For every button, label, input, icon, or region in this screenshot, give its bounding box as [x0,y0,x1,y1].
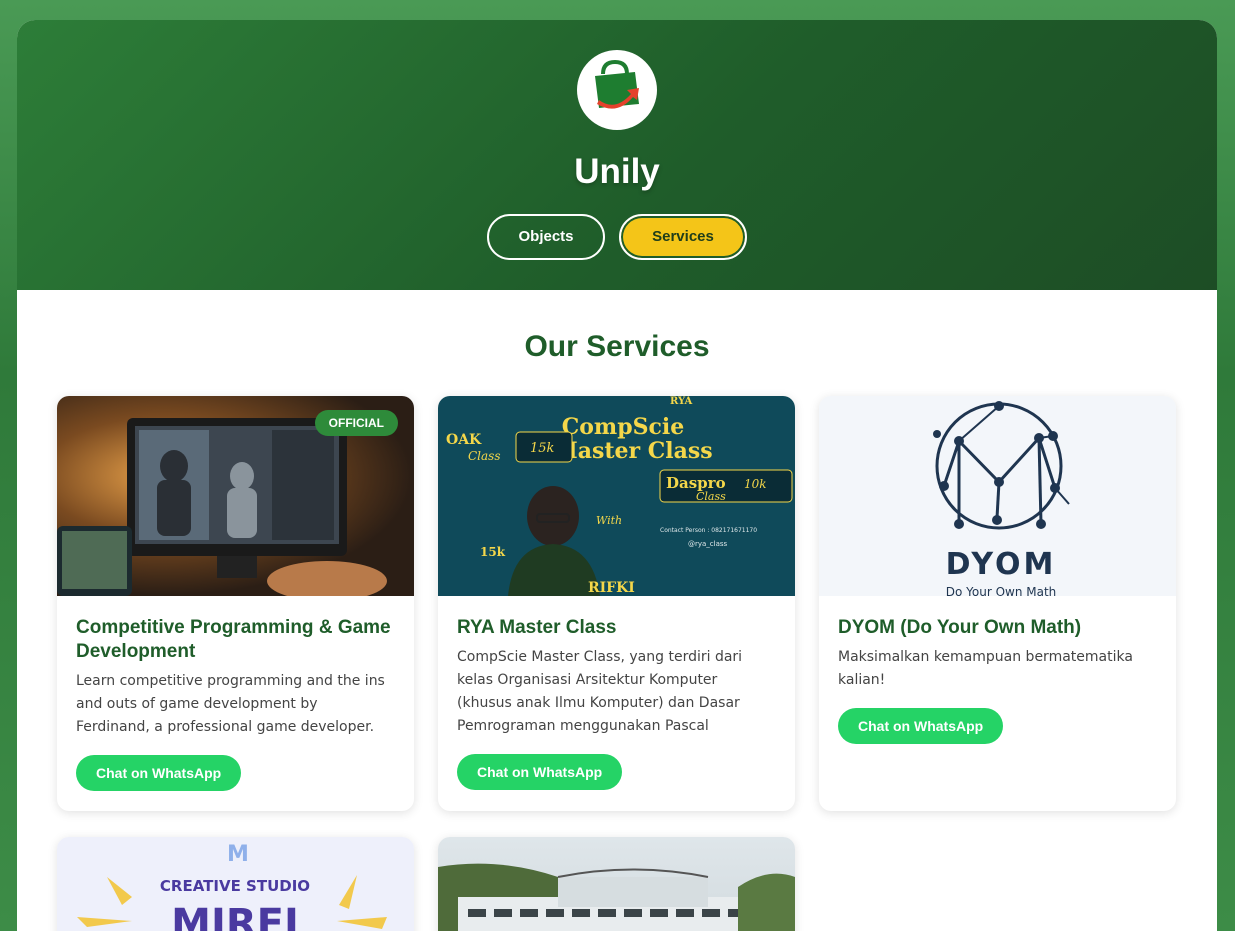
card-title: DYOM (Do Your Own Math) [838,617,1082,638]
tab-objects[interactable]: Objects [487,214,605,260]
shopping-bag-icon [595,60,639,109]
studio-name: MIREI [171,901,299,931]
brand-logo[interactable] [577,50,657,130]
service-card: DYOM Do Your Own Math DYOM (Do Your Own … [819,396,1176,811]
poster-line1: CompScie [562,414,684,440]
page-frame: Unily Objects Services Our Services OFFI… [17,20,1217,931]
tab-bar: Objects Services [17,214,1217,260]
poster-oak-sub: Class [468,449,501,463]
dyom-wordmark: DYOM [946,547,1057,582]
whatsapp-chat-button[interactable]: Chat on WhatsApp [457,754,623,790]
poster-oak-price: 15k [530,441,555,456]
card-image: CompScie Master Class RYA OAK Class 15k … [438,396,795,596]
svg-text:RIFKI: RIFKI [588,580,635,596]
service-card: OFFICIAL Competitive Programming & Game … [57,396,414,811]
poster-oak: OAK [446,432,482,448]
building-photo [438,863,795,931]
master-class-poster: CompScie Master Class RYA OAK Class 15k … [446,396,793,596]
whatsapp-chat-button[interactable]: Chat on WhatsApp [838,708,1004,744]
whatsapp-chat-button[interactable]: Chat on WhatsApp [76,755,242,791]
official-badge: OFFICIAL [314,410,398,436]
card-description: CompScie Master Class, yang terdiri dari… [457,649,743,734]
card-title: RYA Master Class [457,617,617,638]
dyom-logo: DYOM Do Your Own Math [933,401,1070,596]
poster-daspro-price: 10k [744,477,767,491]
studio-label: CREATIVE STUDIO [160,877,310,895]
poster-line2: Master Class [553,438,712,464]
card-image: M CREATIVE STUDIO MIREI [57,837,414,931]
tab-services[interactable]: Services [619,214,747,260]
mirei-mark-icon: M [227,842,249,867]
card-image: OFFICIAL [57,396,414,596]
poster-contact: Contact Person : 082171671170 [660,527,757,534]
service-card: CompScie Master Class RYA OAK Class 15k … [438,396,795,811]
service-card [438,837,795,931]
card-description: Learn competitive programming and the in… [76,673,385,735]
card-image: DYOM Do Your Own Math [819,396,1176,596]
poster-rya-top: RYA [670,396,693,407]
hero-header: Unily Objects Services [17,20,1217,290]
card-image [438,837,795,931]
brand-title: Unily [574,152,660,191]
service-card: M CREATIVE STUDIO MIREI [57,837,414,931]
poster-daspro-sub: Class [696,490,726,503]
dyom-tagline: Do Your Own Math [946,585,1057,596]
poster-with: With [596,514,622,527]
creative-studio-poster: M CREATIVE STUDIO MIREI [77,842,387,931]
section-title: Our Services [524,330,710,363]
card-title: Competitive Programming & Game Developme… [76,617,391,662]
svg-text:15k: 15k [480,545,506,559]
card-description: Maksimalkan kemampuan bermatematika kali… [838,649,1133,688]
poster-handle: @rya_class [688,540,728,548]
